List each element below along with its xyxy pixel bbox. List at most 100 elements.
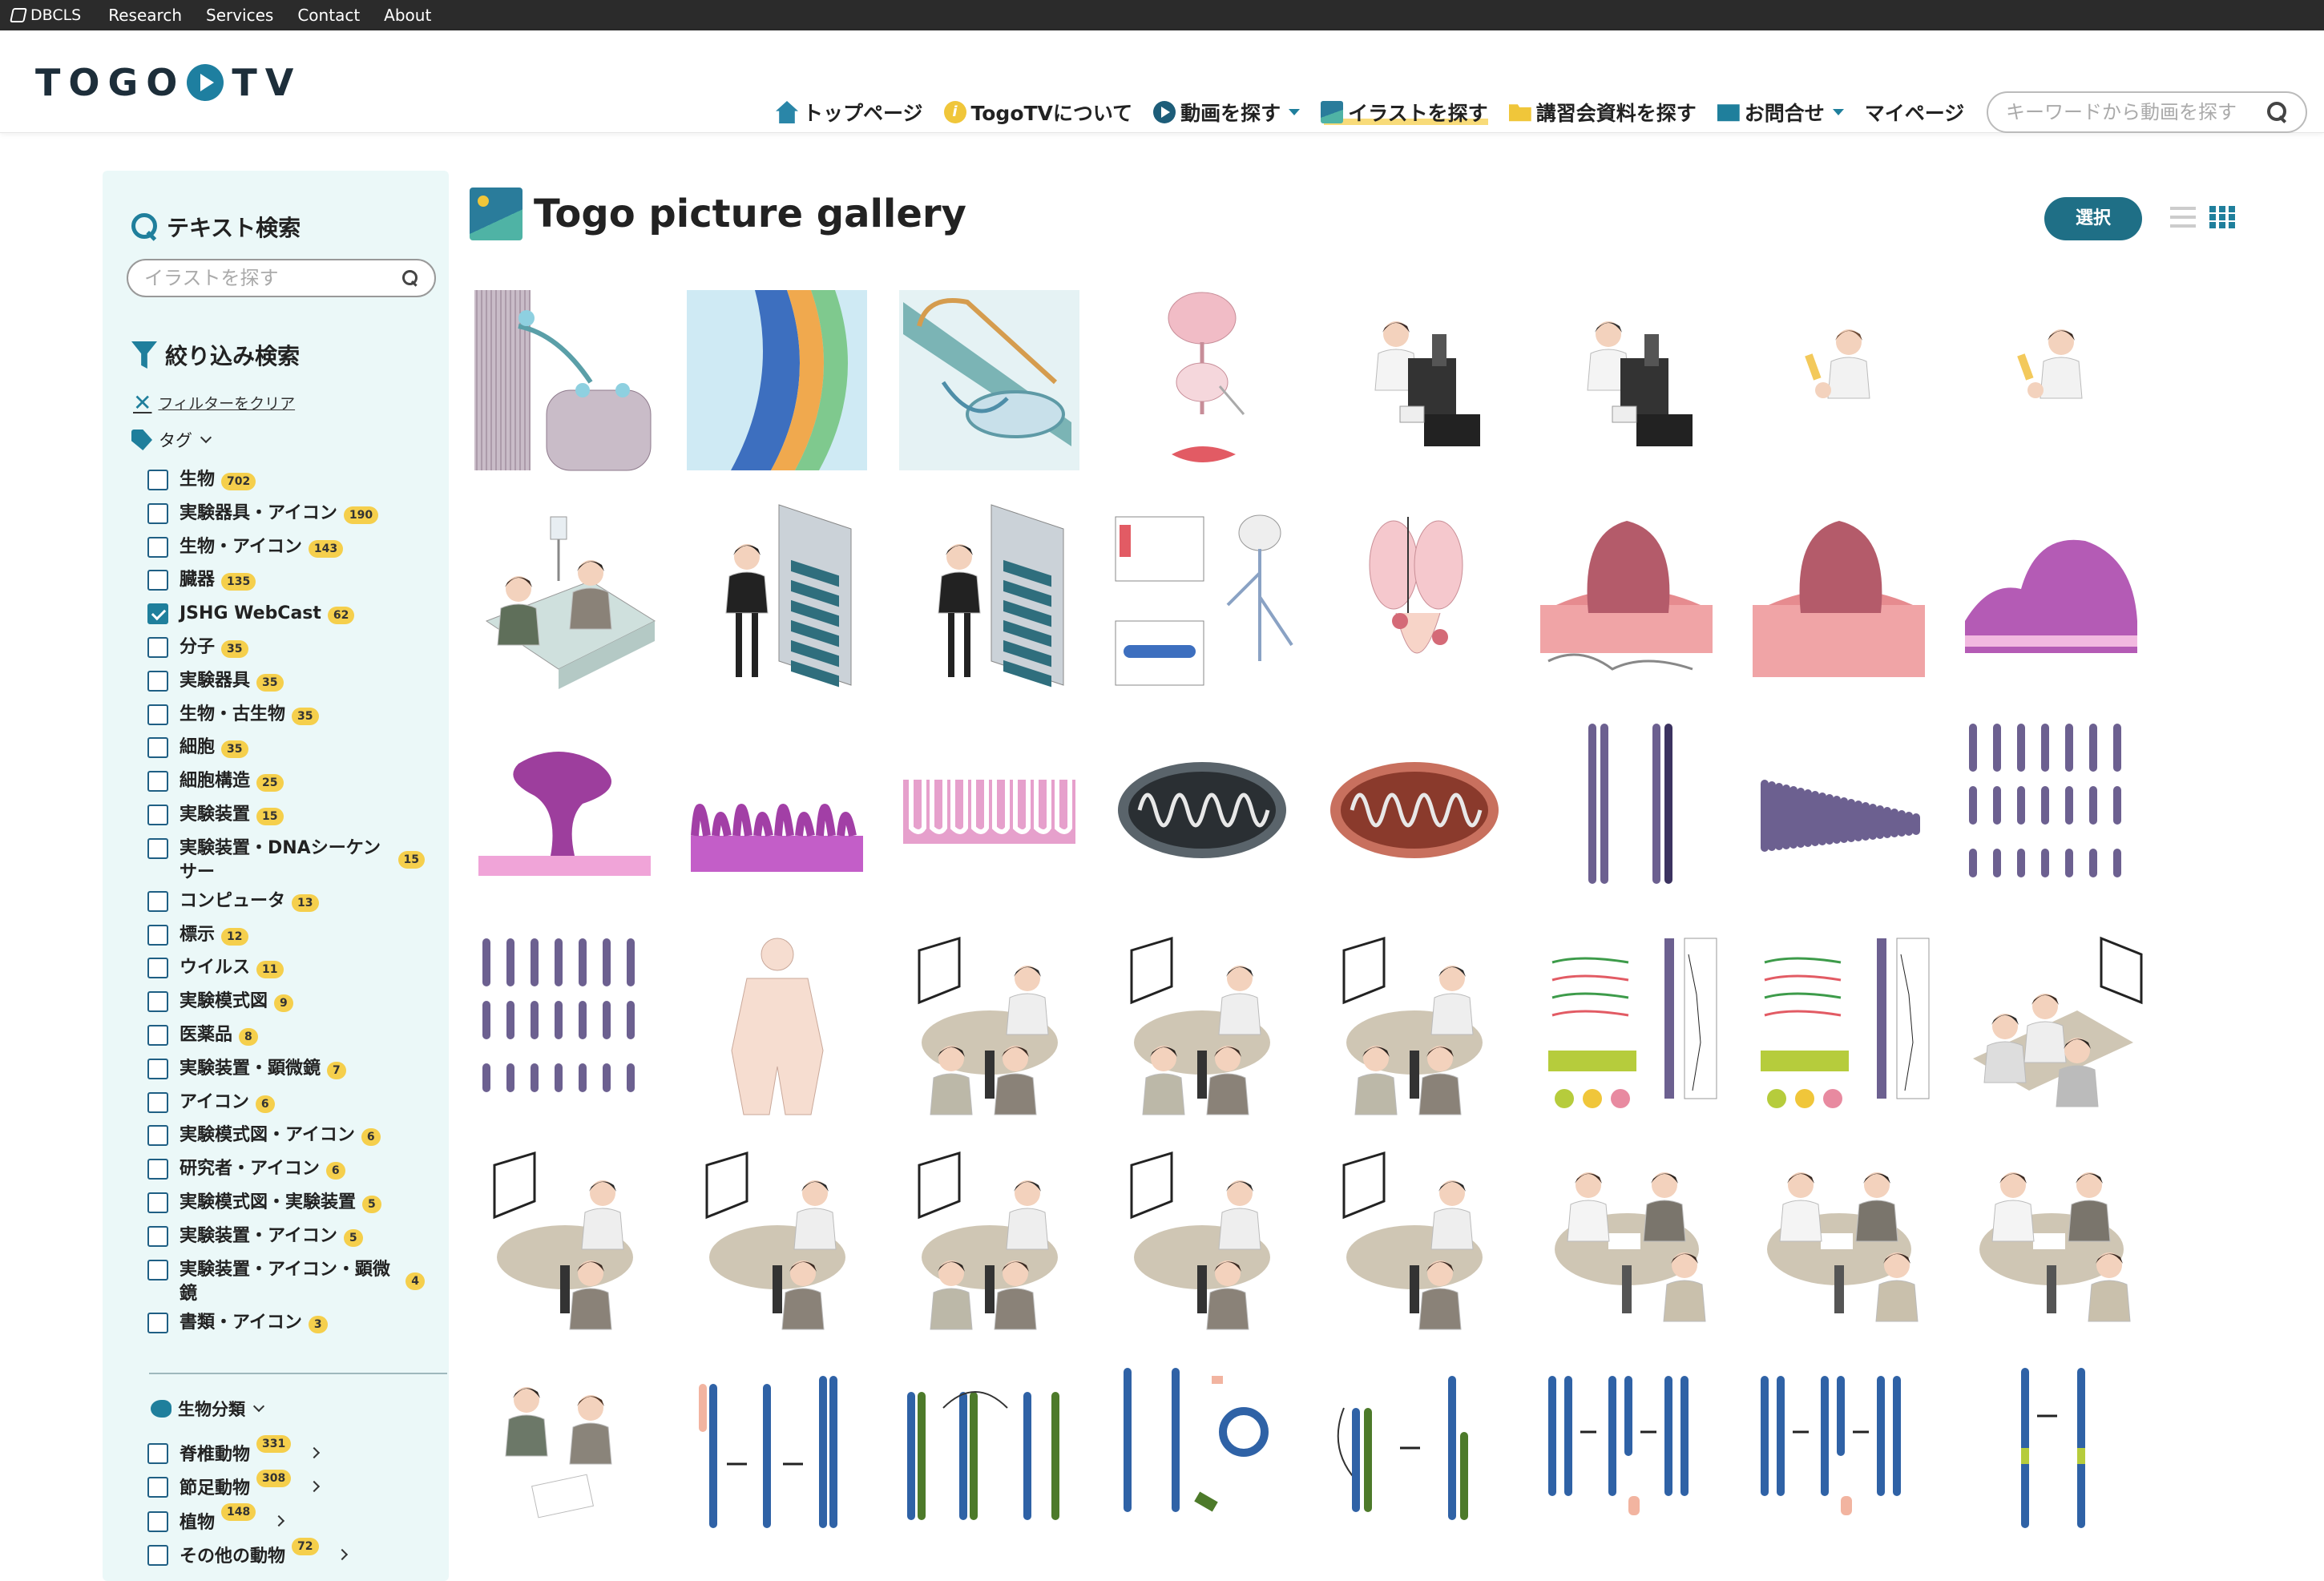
bio-item[interactable]: 節足動物 308	[147, 1469, 425, 1504]
tag-checkbox[interactable]	[147, 603, 168, 625]
chevron-right-icon[interactable]	[309, 1446, 321, 1458]
tag-item[interactable]: 実験模式図・実験装置 5	[147, 1191, 425, 1224]
chevron-right-icon[interactable]	[309, 1481, 321, 1493]
tag-checkbox[interactable]	[147, 1312, 168, 1333]
body-outline-illustration[interactable]	[671, 917, 883, 1131]
tag-checkbox[interactable]	[147, 924, 168, 946]
video-meeting-5-illustration[interactable]	[1308, 1131, 1520, 1346]
chromosome-translocation-1-illustration[interactable]	[671, 1346, 883, 1561]
tag-item[interactable]: 実験装置・アイコン 5	[147, 1224, 425, 1258]
bio-classification-toggle[interactable]: 生物分類	[151, 1397, 425, 1421]
chromosome-deletion-2-illustration[interactable]	[1733, 1346, 1945, 1561]
tag-item[interactable]: 標示 12	[147, 923, 425, 957]
tag-item[interactable]: 実験模式図 9	[147, 990, 425, 1023]
nav-find-illustrations[interactable]: イラストを探す	[1321, 95, 1488, 130]
tag-item[interactable]: 生物・古生物 35	[147, 703, 425, 736]
grid-view-icon[interactable]	[2209, 206, 2235, 228]
chromosome-deletion-1-illustration[interactable]	[1520, 1346, 1733, 1561]
video-meeting-2-illustration[interactable]	[671, 1131, 883, 1346]
meeting-monitor-2-illustration[interactable]	[1095, 917, 1308, 1131]
tag-item[interactable]: 細胞 35	[147, 736, 425, 769]
tag-checkbox[interactable]	[147, 1192, 168, 1213]
chromosome-ring-illustration[interactable]	[1095, 1346, 1308, 1561]
chromosome-translocation-3-illustration[interactable]	[1308, 1346, 1520, 1561]
tag-filter-toggle[interactable]: タグ	[131, 428, 425, 452]
tag-checkbox[interactable]	[147, 1091, 168, 1113]
tag-item[interactable]: JSHG WebCast 62	[147, 602, 425, 635]
researcher-microscope-man-illustration[interactable]	[1520, 272, 1733, 487]
tag-item[interactable]: 分子 35	[147, 635, 425, 669]
tag-checkbox[interactable]	[147, 804, 168, 825]
villi-tissue-illustration[interactable]	[671, 702, 883, 917]
mitochondria-gray-illustration[interactable]	[1095, 702, 1308, 917]
tag-item[interactable]: コンピュータ 13	[147, 889, 425, 923]
mitochondria-red-illustration[interactable]	[1308, 702, 1520, 917]
nav-contact[interactable]: お問合せ	[1717, 95, 1844, 130]
dbcls-brand[interactable]: DBCLS	[10, 6, 81, 24]
select-button[interactable]: 選択	[2044, 197, 2142, 240]
tag-checkbox[interactable]	[147, 704, 168, 725]
lungs-organs-illustration[interactable]	[1308, 487, 1520, 702]
researcher-tube-man-illustration[interactable]	[1945, 272, 2157, 487]
tag-checkbox[interactable]	[147, 1058, 168, 1079]
karyotype-grid-2-illustration[interactable]	[458, 917, 671, 1131]
topbar-link-services[interactable]: Services	[206, 6, 273, 25]
round-table-2-illustration[interactable]	[1733, 1131, 1945, 1346]
nervous-system-diagram-illustration[interactable]	[1095, 487, 1308, 702]
search-icon[interactable]	[402, 270, 418, 286]
topbar-link-contact[interactable]: Contact	[297, 6, 360, 25]
polyp-tissue-illustration[interactable]	[458, 702, 671, 917]
tag-checkbox[interactable]	[147, 837, 168, 859]
topbar-link-about[interactable]: About	[384, 6, 431, 25]
tag-item[interactable]: 実験装置・アイコン・顕微鏡 4	[147, 1258, 425, 1311]
bio-checkbox[interactable]	[147, 1442, 168, 1464]
tag-item[interactable]: ウイルス 11	[147, 956, 425, 990]
cochlea-illustration[interactable]	[883, 272, 1095, 487]
tag-item[interactable]: 書類・アイコン 3	[147, 1311, 425, 1345]
consultation-illustration[interactable]	[458, 1346, 671, 1561]
nav-find-videos[interactable]: 動画を探す	[1153, 95, 1301, 130]
nav-my-page[interactable]: マイページ	[1865, 95, 1965, 130]
tag-item[interactable]: 臓器 135	[147, 568, 425, 602]
bio-checkbox[interactable]	[147, 1510, 168, 1532]
tag-checkbox[interactable]	[147, 636, 168, 658]
round-table-1-illustration[interactable]	[1520, 1131, 1733, 1346]
chevron-right-icon[interactable]	[273, 1514, 285, 1527]
epithelium-layers-illustration[interactable]	[671, 272, 883, 487]
tag-item[interactable]: 実験器具・アイコン 190	[147, 502, 425, 535]
genomics-workflow-2-illustration[interactable]	[1733, 917, 1945, 1131]
researcher-microscope-woman-illustration[interactable]	[1308, 272, 1520, 487]
tag-checkbox[interactable]	[147, 1259, 168, 1281]
intestine-wall-illustration[interactable]	[883, 702, 1095, 917]
muscle-fiber-illustration[interactable]	[458, 272, 671, 487]
tag-checkbox[interactable]	[147, 1024, 168, 1046]
clear-filter-link[interactable]: ✕ フィルターをクリア	[133, 391, 425, 413]
brain-spinal-muscle-illustration[interactable]	[1095, 272, 1308, 487]
tumor-tissue-small-illustration[interactable]	[1733, 487, 1945, 702]
header-search-input[interactable]	[2006, 101, 2246, 123]
hospital-bed-illustration[interactable]	[458, 487, 671, 702]
tag-item[interactable]: 細胞構造 25	[147, 769, 425, 803]
tag-checkbox[interactable]	[147, 771, 168, 793]
presenter-woman-board-illustration[interactable]	[671, 487, 883, 702]
list-view-icon[interactable]	[2170, 207, 2196, 228]
bio-item[interactable]: 植物 148	[147, 1503, 425, 1538]
tag-item[interactable]: 実験模式図・アイコン 6	[147, 1123, 425, 1157]
meeting-monitor-1-illustration[interactable]	[883, 917, 1095, 1131]
video-meeting-1-illustration[interactable]	[458, 1131, 671, 1346]
illustration-search-input[interactable]	[144, 267, 385, 289]
bio-item[interactable]: その他の動物 72	[147, 1537, 425, 1572]
bio-checkbox[interactable]	[147, 1477, 168, 1498]
presenter-man-board-illustration[interactable]	[883, 487, 1095, 702]
tag-checkbox[interactable]	[147, 737, 168, 759]
tag-item[interactable]: 生物 702	[147, 468, 425, 502]
nav-top-page[interactable]: トップページ	[776, 95, 923, 130]
togotv-logo[interactable]: TOGO TV	[35, 61, 301, 104]
tag-item[interactable]: 実験装置・顕微鏡 7	[147, 1057, 425, 1091]
chromosome-translocation-2-illustration[interactable]	[883, 1346, 1095, 1561]
tag-checkbox[interactable]	[147, 470, 168, 490]
tag-checkbox[interactable]	[147, 1159, 168, 1180]
chromosome-pair-illustration[interactable]	[1520, 702, 1733, 917]
nav-about-togotv[interactable]: i TogoTVについて	[943, 95, 1132, 130]
tag-checkbox[interactable]	[147, 536, 168, 558]
